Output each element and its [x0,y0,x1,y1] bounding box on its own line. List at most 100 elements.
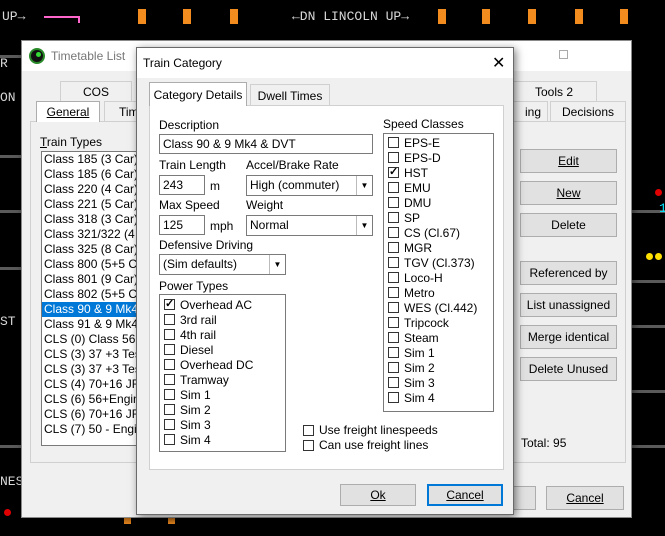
checkbox[interactable] [388,137,399,148]
power-type-item[interactable]: 4th rail [160,327,285,342]
power-type-item[interactable]: Overhead AC [160,297,285,312]
checkbox[interactable] [388,197,399,208]
ok-button[interactable]: Ok [340,484,416,506]
edit-button[interactable]: Edit [520,149,617,173]
speed-classes-list[interactable]: EPS-EEPS-DHSTEMUDMUSPCS (Cl.67)MGRTGV (C… [383,133,494,412]
speed-class-item[interactable]: DMU [384,195,493,210]
checkbox[interactable] [164,419,175,430]
tab-timing[interactable]: Tim [104,101,140,122]
merge-identical-button[interactable]: Merge identical [520,325,617,349]
checkbox[interactable] [388,302,399,313]
power-type-item[interactable]: Diesel [160,342,285,357]
timetable-cancel-button[interactable]: Cancel [546,486,624,510]
cancel-button[interactable]: Cancel [427,484,503,506]
checkbox[interactable] [388,212,399,223]
tab-general[interactable]: General [36,101,100,122]
checkbox[interactable] [388,182,399,193]
delete-button[interactable]: Delete [520,213,617,237]
checkbox[interactable] [388,242,399,253]
power-type-item[interactable]: Sim 1 [160,387,285,402]
power-type-item[interactable]: Sim 4 [160,432,285,447]
speed-class-item[interactable]: Tripcock [384,315,493,330]
can-use-freight-lines-option[interactable]: Can use freight lines [303,438,428,452]
dialog-titlebar[interactable]: Train Category ✕ [137,48,513,78]
speed-class-item[interactable]: EPS-D [384,150,493,165]
maximize-icon[interactable] [559,50,568,59]
tab-dwell-times[interactable]: Dwell Times [250,84,330,106]
checkbox[interactable] [164,314,175,325]
speed-class-item[interactable]: Steam [384,330,493,345]
chevron-down-icon[interactable]: ▼ [356,216,372,235]
delete-unused-button[interactable]: Delete Unused [520,357,617,381]
new-button[interactable]: New [520,181,617,205]
tab-tools-2[interactable]: Tools 2 [511,81,597,101]
speed-class-item[interactable]: EPS-E [384,135,493,150]
chevron-down-icon[interactable]: ▼ [356,176,372,195]
train-length-field[interactable]: 243 [159,175,205,195]
checkbox-label: EPS-D [404,150,441,165]
power-type-item[interactable]: Overhead DC [160,357,285,372]
referenced-by-button[interactable]: Referenced by [520,261,617,285]
speed-class-item[interactable]: EMU [384,180,493,195]
checkbox[interactable] [164,404,175,415]
list-unassigned-button[interactable]: List unassigned [520,293,617,317]
close-icon[interactable]: ✕ [492,53,505,73]
checkbox[interactable] [388,227,399,238]
tab-decisions[interactable]: Decisions [550,101,626,122]
signal-4 [438,9,446,24]
checkbox[interactable] [164,359,175,370]
checkbox[interactable] [388,287,399,298]
checkbox[interactable] [388,362,399,373]
checkbox[interactable] [388,392,399,403]
checkbox-label: 4th rail [180,327,217,342]
checkbox[interactable] [388,332,399,343]
power-type-item[interactable]: Tramway [160,372,285,387]
speed-class-item[interactable]: TGV (Cl.373) [384,255,493,270]
checkbox[interactable] [164,297,175,310]
speed-class-item[interactable]: Sim 3 [384,375,493,390]
speed-class-item[interactable]: Sim 1 [384,345,493,360]
use-freight-linespeeds-option[interactable]: Use freight linespeeds [303,423,438,437]
train-types-label: Train Types [40,135,103,149]
power-type-item[interactable]: Sim 2 [160,402,285,417]
tab-category-details[interactable]: Category Details [149,82,247,106]
checkbox[interactable] [388,257,399,268]
ok-button-partial[interactable] [512,486,536,510]
defensive-driving-select[interactable]: (Sim defaults) ▼ [159,254,286,275]
track-segment [0,445,22,448]
checkbox[interactable] [164,329,175,340]
can-use-freight-lines-checkbox[interactable] [303,439,314,451]
power-type-item[interactable]: 3rd rail [160,312,285,327]
signal-3 [230,9,238,24]
description-label: Description [159,118,220,132]
speed-class-item[interactable]: HST [384,165,493,180]
power-types-list[interactable]: Overhead AC3rd rail4th railDieselOverhea… [159,294,286,452]
description-field[interactable]: Class 90 & 9 Mk4 & DVT [159,134,373,154]
power-type-item[interactable]: Sim 3 [160,417,285,432]
checkbox[interactable] [388,272,399,283]
checkbox[interactable] [164,434,175,445]
weight-select[interactable]: Normal ▼ [246,215,373,236]
speed-class-item[interactable]: Loco-H [384,270,493,285]
use-freight-linespeeds-checkbox[interactable] [303,424,314,436]
speed-class-item[interactable]: SP [384,210,493,225]
speed-class-item[interactable]: MGR [384,240,493,255]
speed-class-item[interactable]: Sim 2 [384,360,493,375]
tab-cos[interactable]: COS [60,81,132,101]
checkbox[interactable] [388,152,399,163]
speed-class-item[interactable]: Metro [384,285,493,300]
checkbox[interactable] [388,165,399,178]
checkbox[interactable] [388,317,399,328]
checkbox[interactable] [388,347,399,358]
chevron-down-icon[interactable]: ▼ [269,255,285,274]
max-speed-field[interactable]: 125 [159,215,205,235]
accel-brake-select[interactable]: High (commuter) ▼ [246,175,373,196]
checkbox[interactable] [388,377,399,388]
checkbox[interactable] [164,389,175,400]
checkbox[interactable] [164,344,175,355]
checkbox[interactable] [164,374,175,385]
speed-class-item[interactable]: WES (Cl.442) [384,300,493,315]
speed-class-item[interactable]: Sim 4 [384,390,493,405]
checkbox-label: Sim 2 [404,360,435,375]
speed-class-item[interactable]: CS (Cl.67) [384,225,493,240]
